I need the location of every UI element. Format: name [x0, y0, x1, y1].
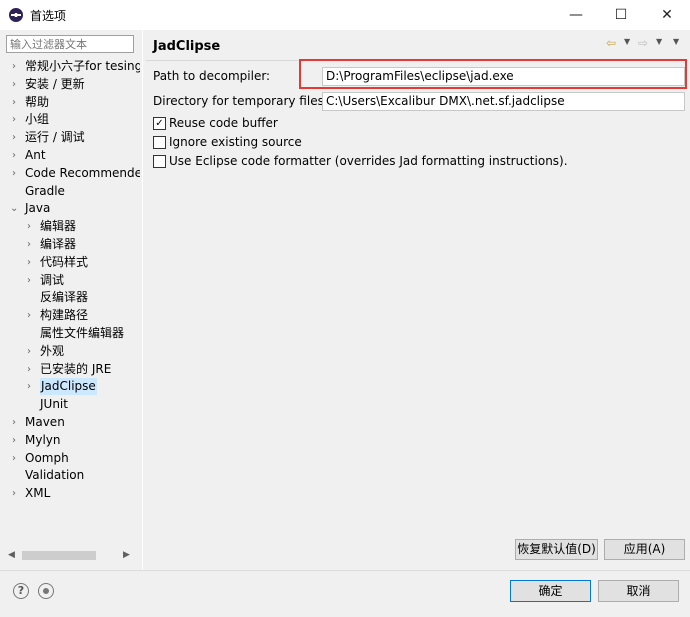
- ok-button[interactable]: 确定: [510, 580, 591, 602]
- sidebar-item-label: 代码样式: [40, 254, 89, 269]
- sidebar-item-label: JadClipse: [40, 378, 97, 396]
- sidebar-item-label: 外观: [40, 343, 65, 358]
- scroll-right-icon[interactable]: ▶: [119, 548, 134, 563]
- sidebar-item-label: 小组: [25, 112, 50, 127]
- sidebar-item-label: Java: [25, 201, 51, 216]
- eclipse-icon: [9, 8, 23, 22]
- sidebar-item-label: 属性文件编辑器: [40, 326, 125, 340]
- sidebar-item-label: 调试: [40, 272, 65, 287]
- window-title: 首选项: [30, 9, 67, 23]
- chevron-right-icon[interactable]: ›: [10, 450, 18, 467]
- chevron-right-icon[interactable]: ›: [25, 343, 33, 360]
- temp-dir-label: Directory for temporary files:: [153, 94, 328, 108]
- option-checkbox[interactable]: [153, 136, 166, 149]
- help-icon[interactable]: ?: [13, 583, 29, 599]
- back-arrow-icon[interactable]: ⇦: [606, 36, 616, 50]
- sidebar-item-label: Mylyn: [25, 432, 61, 447]
- sidebar-item-label: Oomph: [25, 450, 69, 465]
- preferences-tree: › 常规小六子for tesing › 安装 / 更新 › 帮助 › 小组 › 运行 / 调试 › A…: [4, 58, 140, 546]
- chevron-right-icon[interactable]: ›: [25, 361, 33, 378]
- chevron-right-icon[interactable]: ›: [10, 76, 18, 93]
- sidebar-item-label: XML: [25, 486, 51, 501]
- forward-arrow-icon[interactable]: ⇨: [638, 36, 648, 50]
- chevron-right-icon[interactable]: ›: [10, 94, 18, 111]
- chevron-right-icon[interactable]: ›: [10, 165, 18, 182]
- chevron-right-icon[interactable]: ›: [10, 58, 18, 75]
- close-button[interactable]: ✕: [644, 0, 690, 30]
- chevron-right-icon[interactable]: ›: [25, 254, 33, 271]
- scroll-left-icon[interactable]: ◀: [4, 548, 19, 563]
- chevron-right-icon[interactable]: ›: [25, 236, 33, 253]
- page-title: JadClipse: [153, 39, 221, 54]
- sidebar-item-label: Maven: [25, 415, 65, 429]
- chevron-right-icon[interactable]: ›: [25, 218, 33, 235]
- option-label: Ignore existing source: [169, 135, 302, 149]
- sidebar-item-label: Gradle: [25, 183, 65, 198]
- sidebar-item-label: 已安装的 JRE: [40, 361, 112, 376]
- highlight-box: [299, 59, 687, 89]
- sidebar-item-label: JUnit: [40, 397, 68, 412]
- sidebar-item-label: 常规小六子for tesing: [25, 59, 140, 73]
- sidebar-item-label: 编辑器: [40, 219, 77, 234]
- sidebar-item-label: Validation: [25, 468, 85, 483]
- chevron-right-icon[interactable]: ›: [10, 147, 18, 164]
- sidebar-item-label: 构建路径: [40, 308, 89, 323]
- option-checkbox[interactable]: ✓: [153, 117, 166, 130]
- option-label: Use Eclipse code formatter (overrides Ja…: [169, 154, 568, 168]
- scrollbar-thumb[interactable]: [22, 551, 96, 560]
- maximize-button[interactable]: ☐: [598, 0, 644, 30]
- panel-divider: [142, 30, 143, 570]
- footer-separator: [0, 570, 690, 571]
- forward-dropdown-icon[interactable]: ▼: [656, 37, 662, 46]
- minimize-button[interactable]: —: [553, 0, 599, 30]
- import-export-icon[interactable]: [38, 583, 54, 599]
- sidebar-item-label: 运行 / 调试: [25, 130, 85, 145]
- chevron-right-icon[interactable]: ›: [10, 111, 18, 128]
- sidebar-item-label: 帮助: [25, 94, 50, 109]
- chevron-right-icon[interactable]: ›: [10, 129, 18, 146]
- sidebar-item-label: Code Recommenders: [25, 165, 140, 180]
- option-checkbox[interactable]: [153, 155, 166, 168]
- back-dropdown-icon[interactable]: ▼: [624, 37, 630, 46]
- cancel-button[interactable]: 取消: [598, 580, 679, 602]
- chevron-right-icon[interactable]: ›: [10, 485, 18, 502]
- sidebar-item-label: 编译器: [40, 237, 77, 251]
- restore-defaults-button[interactable]: 恢复默认值(D): [515, 539, 598, 560]
- apply-button[interactable]: 应用(A): [604, 539, 685, 560]
- option-label: Reuse code buffer: [169, 116, 278, 130]
- sidebar-item-label: Ant: [25, 148, 46, 162]
- chevron-down-icon[interactable]: ⌄: [10, 200, 18, 217]
- chevron-right-icon[interactable]: ›: [25, 307, 33, 324]
- chevron-right-icon[interactable]: ›: [25, 378, 33, 395]
- sidebar-item-label: 反编译器: [40, 290, 89, 305]
- decompiler-path-label: Path to decompiler:: [153, 69, 271, 83]
- chevron-right-icon[interactable]: ›: [10, 432, 18, 449]
- chevron-right-icon[interactable]: ›: [10, 414, 18, 431]
- view-menu-icon[interactable]: ▼: [673, 37, 679, 46]
- filter-input[interactable]: [6, 35, 134, 53]
- chevron-right-icon[interactable]: ›: [25, 272, 33, 289]
- temp-dir-field[interactable]: C:\Users\Excalibur DMX\.net.sf.jadclipse: [322, 92, 685, 111]
- sidebar-item-label: 安装 / 更新: [25, 76, 85, 91]
